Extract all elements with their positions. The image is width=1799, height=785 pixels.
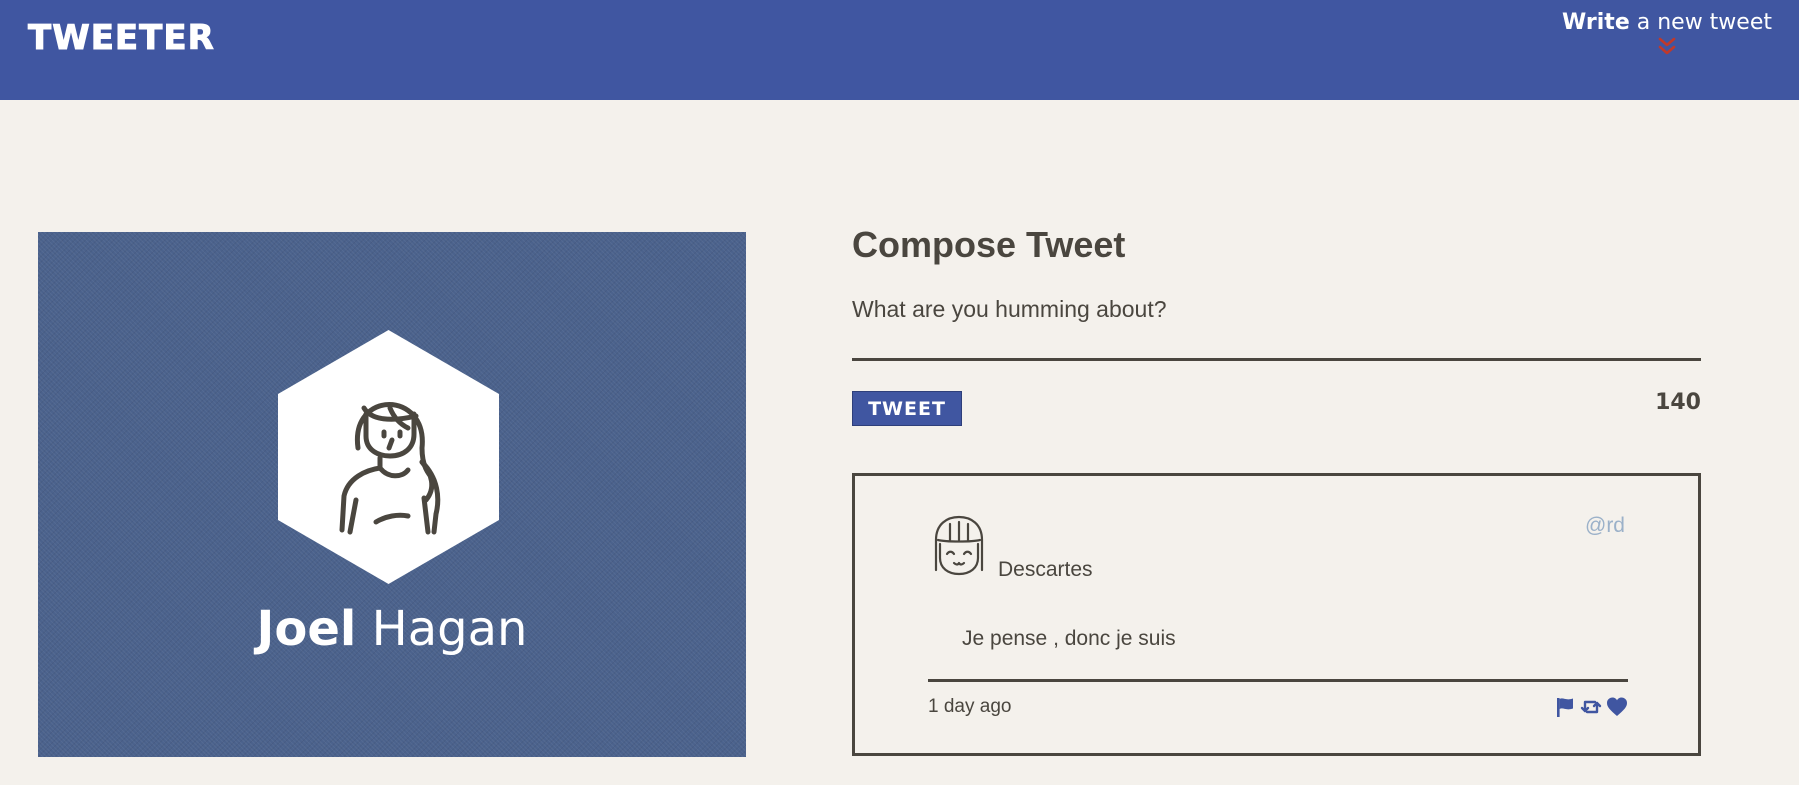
tweet-card: Descartes @rd Je pense , donc je suis 1 … xyxy=(852,473,1701,756)
profile-last-name: Hagan xyxy=(371,601,528,657)
write-label-strong: Write xyxy=(1562,10,1630,35)
tweet-footer: 1 day ago xyxy=(928,679,1628,722)
profile-first-name: Joel xyxy=(256,601,357,657)
flag-icon[interactable] xyxy=(1554,696,1576,718)
character-counter: 140 xyxy=(1655,390,1701,415)
write-new-tweet-toggle[interactable]: Write a new tweet xyxy=(1562,10,1772,58)
woman-avatar-icon xyxy=(278,330,499,584)
write-label-rest: a new tweet xyxy=(1629,10,1772,35)
profile-name: Joel Hagan xyxy=(38,601,746,657)
girl-avatar-icon xyxy=(934,515,984,576)
top-nav: TWEETER Write a new tweet xyxy=(0,0,1799,100)
tweet-timestamp: 1 day ago xyxy=(928,696,1012,717)
retweet-icon[interactable] xyxy=(1580,696,1602,718)
tweet-body: Je pense , donc je suis xyxy=(962,627,1176,650)
tweet-author-name: Descartes xyxy=(998,558,1093,581)
tweet-author-handle: @rd xyxy=(1585,514,1625,537)
tweet-submit-button[interactable]: TWEET xyxy=(852,391,962,426)
brand-logo[interactable]: TWEETER xyxy=(28,18,215,59)
heart-icon[interactable] xyxy=(1606,696,1628,718)
compose-title: Compose Tweet xyxy=(852,224,1126,265)
tweet-input[interactable] xyxy=(852,290,1701,361)
write-new-tweet-label: Write a new tweet xyxy=(1562,10,1772,35)
tweet-actions xyxy=(1554,696,1628,718)
double-chevron-down-icon[interactable] xyxy=(1656,36,1678,58)
profile-card: Joel Hagan xyxy=(38,232,746,757)
